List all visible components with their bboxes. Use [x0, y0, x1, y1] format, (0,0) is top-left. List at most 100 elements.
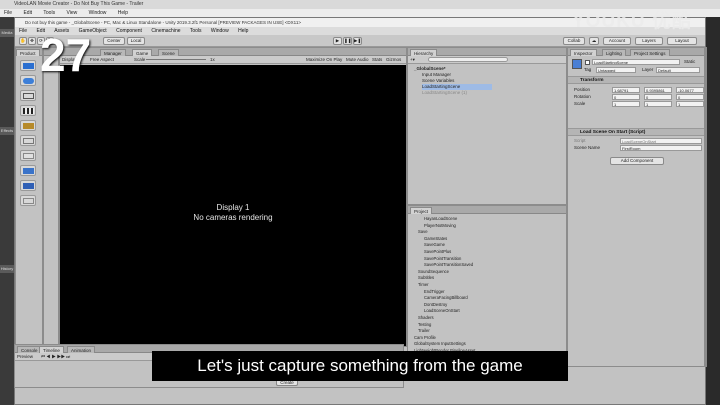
- project-item[interactable]: GlobalSystem InputSettings: [414, 341, 466, 347]
- tab-lighting[interactable]: Lighting: [602, 49, 626, 56]
- outer-menu-view[interactable]: View: [66, 10, 77, 16]
- product-item-7[interactable]: [20, 150, 36, 161]
- project-item[interactable]: GameStates: [424, 236, 447, 242]
- product-item-4[interactable]: [20, 105, 36, 116]
- object-name-field[interactable]: LoadStartingScene: [592, 59, 680, 65]
- outer-menu-tools[interactable]: Tools: [43, 10, 55, 16]
- account-dropdown[interactable]: Account: [603, 37, 631, 45]
- project-item[interactable]: SavePointPlus: [424, 249, 451, 255]
- project-item[interactable]: Trailer: [418, 328, 430, 334]
- hierarchy-create-dropdown[interactable]: +▾: [410, 56, 415, 64]
- layer-dropdown[interactable]: Default: [656, 67, 700, 73]
- tab-hierarchy[interactable]: Hierarchy: [410, 49, 438, 56]
- space-toggle[interactable]: Local: [127, 37, 145, 45]
- position-x-field[interactable]: 1.68791: [612, 87, 640, 93]
- menu-cinemachine[interactable]: Cinemachine: [151, 28, 180, 34]
- tab-product[interactable]: Product: [16, 49, 40, 56]
- product-item-1[interactable]: [20, 60, 36, 71]
- mute-audio-toggle[interactable]: Mute Audio: [346, 56, 369, 64]
- project-item[interactable]: Subtitles: [418, 275, 434, 281]
- outer-tab-history[interactable]: History: [0, 265, 14, 273]
- outer-menu-file[interactable]: File: [4, 10, 12, 16]
- outer-tab-media[interactable]: Media: [0, 29, 14, 37]
- project-item[interactable]: Timer: [418, 282, 429, 288]
- project-item[interactable]: Cam Profile: [414, 335, 436, 341]
- layers-dropdown[interactable]: Layers: [635, 37, 663, 45]
- scale-y-field[interactable]: 1: [644, 101, 672, 107]
- project-item[interactable]: Save: [418, 229, 428, 235]
- gizmos-toggle[interactable]: Gizmos: [386, 56, 401, 64]
- product-item-10[interactable]: [20, 195, 36, 206]
- scale-slider[interactable]: [146, 59, 206, 60]
- project-item[interactable]: EndTrigger: [424, 289, 445, 295]
- pivot-toggle[interactable]: Center: [103, 37, 125, 45]
- tab-scene[interactable]: Scene: [158, 49, 179, 56]
- project-item[interactable]: SavePointTransitionSaved: [424, 262, 473, 268]
- outer-menu-edit[interactable]: Edit: [23, 10, 32, 16]
- rotation-x-field[interactable]: 0: [612, 94, 640, 100]
- outer-tab-effects[interactable]: Effects: [0, 127, 14, 135]
- project-item[interactable]: Shaders: [418, 315, 434, 321]
- timeline-playback-icons[interactable]: ⏮ ◀ ▶ ▶▶ ⏭: [41, 353, 70, 361]
- tab-inspector[interactable]: Inspector: [570, 49, 597, 56]
- tab-animation[interactable]: Animation: [67, 346, 96, 353]
- game-viewport[interactable]: Display 1 No cameras rendering: [60, 65, 406, 346]
- collab-button[interactable]: Collab: [563, 37, 585, 45]
- tab-timeline[interactable]: Timeline: [39, 346, 64, 353]
- static-toggle[interactable]: Static: [684, 58, 695, 65]
- step-button[interactable]: ▶❚: [353, 37, 362, 45]
- project-item[interactable]: SaveGame: [424, 242, 445, 248]
- menu-tools[interactable]: Tools: [190, 28, 202, 34]
- menu-file[interactable]: File: [19, 28, 27, 34]
- project-item[interactable]: PlayerNotMoving: [424, 223, 456, 229]
- project-item[interactable]: LoadSceneOnStart: [424, 308, 460, 314]
- layout-dropdown[interactable]: Layout: [667, 37, 697, 45]
- project-item[interactable]: SoundSequence: [418, 269, 449, 275]
- tab-console[interactable]: Console: [17, 346, 42, 353]
- maximize-on-play-toggle[interactable]: Maximize On Play: [306, 56, 342, 64]
- play-button[interactable]: ▶: [333, 37, 342, 45]
- aspect-dropdown[interactable]: Free Aspect: [90, 56, 114, 64]
- project-item[interactable]: HayanLoadScene: [424, 216, 457, 222]
- project-item[interactable]: Testing: [418, 322, 431, 328]
- tab-manager[interactable]: Manager: [100, 49, 126, 56]
- product-item-5[interactable]: [20, 120, 36, 131]
- cloud-icon[interactable]: ☁: [589, 37, 599, 45]
- active-checkbox[interactable]: [585, 60, 590, 65]
- menu-component[interactable]: Component: [116, 28, 142, 34]
- menu-window[interactable]: Window: [211, 28, 229, 34]
- product-item-3[interactable]: [20, 90, 36, 101]
- product-item-6[interactable]: [20, 135, 36, 146]
- tab-project[interactable]: Project: [410, 207, 433, 214]
- product-item-8[interactable]: [20, 165, 36, 176]
- scale-x-field[interactable]: 1: [612, 101, 640, 107]
- project-item[interactable]: SavePointTransition: [424, 256, 461, 262]
- hierarchy-item-disabled[interactable]: LoadStartingScene (1): [422, 90, 467, 96]
- stats-toggle[interactable]: Stats: [372, 56, 382, 64]
- pill-blue-icon: [23, 78, 34, 84]
- move-tool-button[interactable]: ✥: [28, 37, 36, 45]
- scene-name-field[interactable]: FirstRoom: [620, 145, 702, 151]
- script-component-header[interactable]: Load Scene On Start (Script): [568, 128, 704, 136]
- transform-header[interactable]: Transform: [568, 76, 704, 84]
- outer-menu-window[interactable]: Window: [89, 10, 107, 16]
- menu-help[interactable]: Help: [238, 28, 248, 34]
- tag-dropdown[interactable]: Untagged: [596, 67, 636, 73]
- hand-tool-button[interactable]: ✋: [19, 37, 27, 45]
- scale-z-field[interactable]: 1: [676, 101, 704, 107]
- tab-project-settings[interactable]: Project Settings: [630, 49, 670, 56]
- project-item[interactable]: DontDestroy: [424, 302, 447, 308]
- tab-game[interactable]: Game: [132, 49, 153, 56]
- rotation-z-field[interactable]: 0: [676, 94, 704, 100]
- pause-button[interactable]: ❚❚: [343, 37, 352, 45]
- preview-toggle[interactable]: Preview: [17, 353, 33, 361]
- add-component-button[interactable]: Add Component: [610, 157, 664, 165]
- rotation-y-field[interactable]: 0: [644, 94, 672, 100]
- project-item[interactable]: CameraFacingBillboard: [424, 295, 468, 301]
- product-item-2[interactable]: [20, 75, 36, 86]
- position-z-field[interactable]: -10.0677: [676, 87, 704, 93]
- product-item-9[interactable]: [20, 180, 36, 191]
- outer-menu-help[interactable]: Help: [118, 10, 128, 16]
- position-y-field[interactable]: 0.9395861: [644, 87, 672, 93]
- hierarchy-search-input[interactable]: [428, 57, 508, 62]
